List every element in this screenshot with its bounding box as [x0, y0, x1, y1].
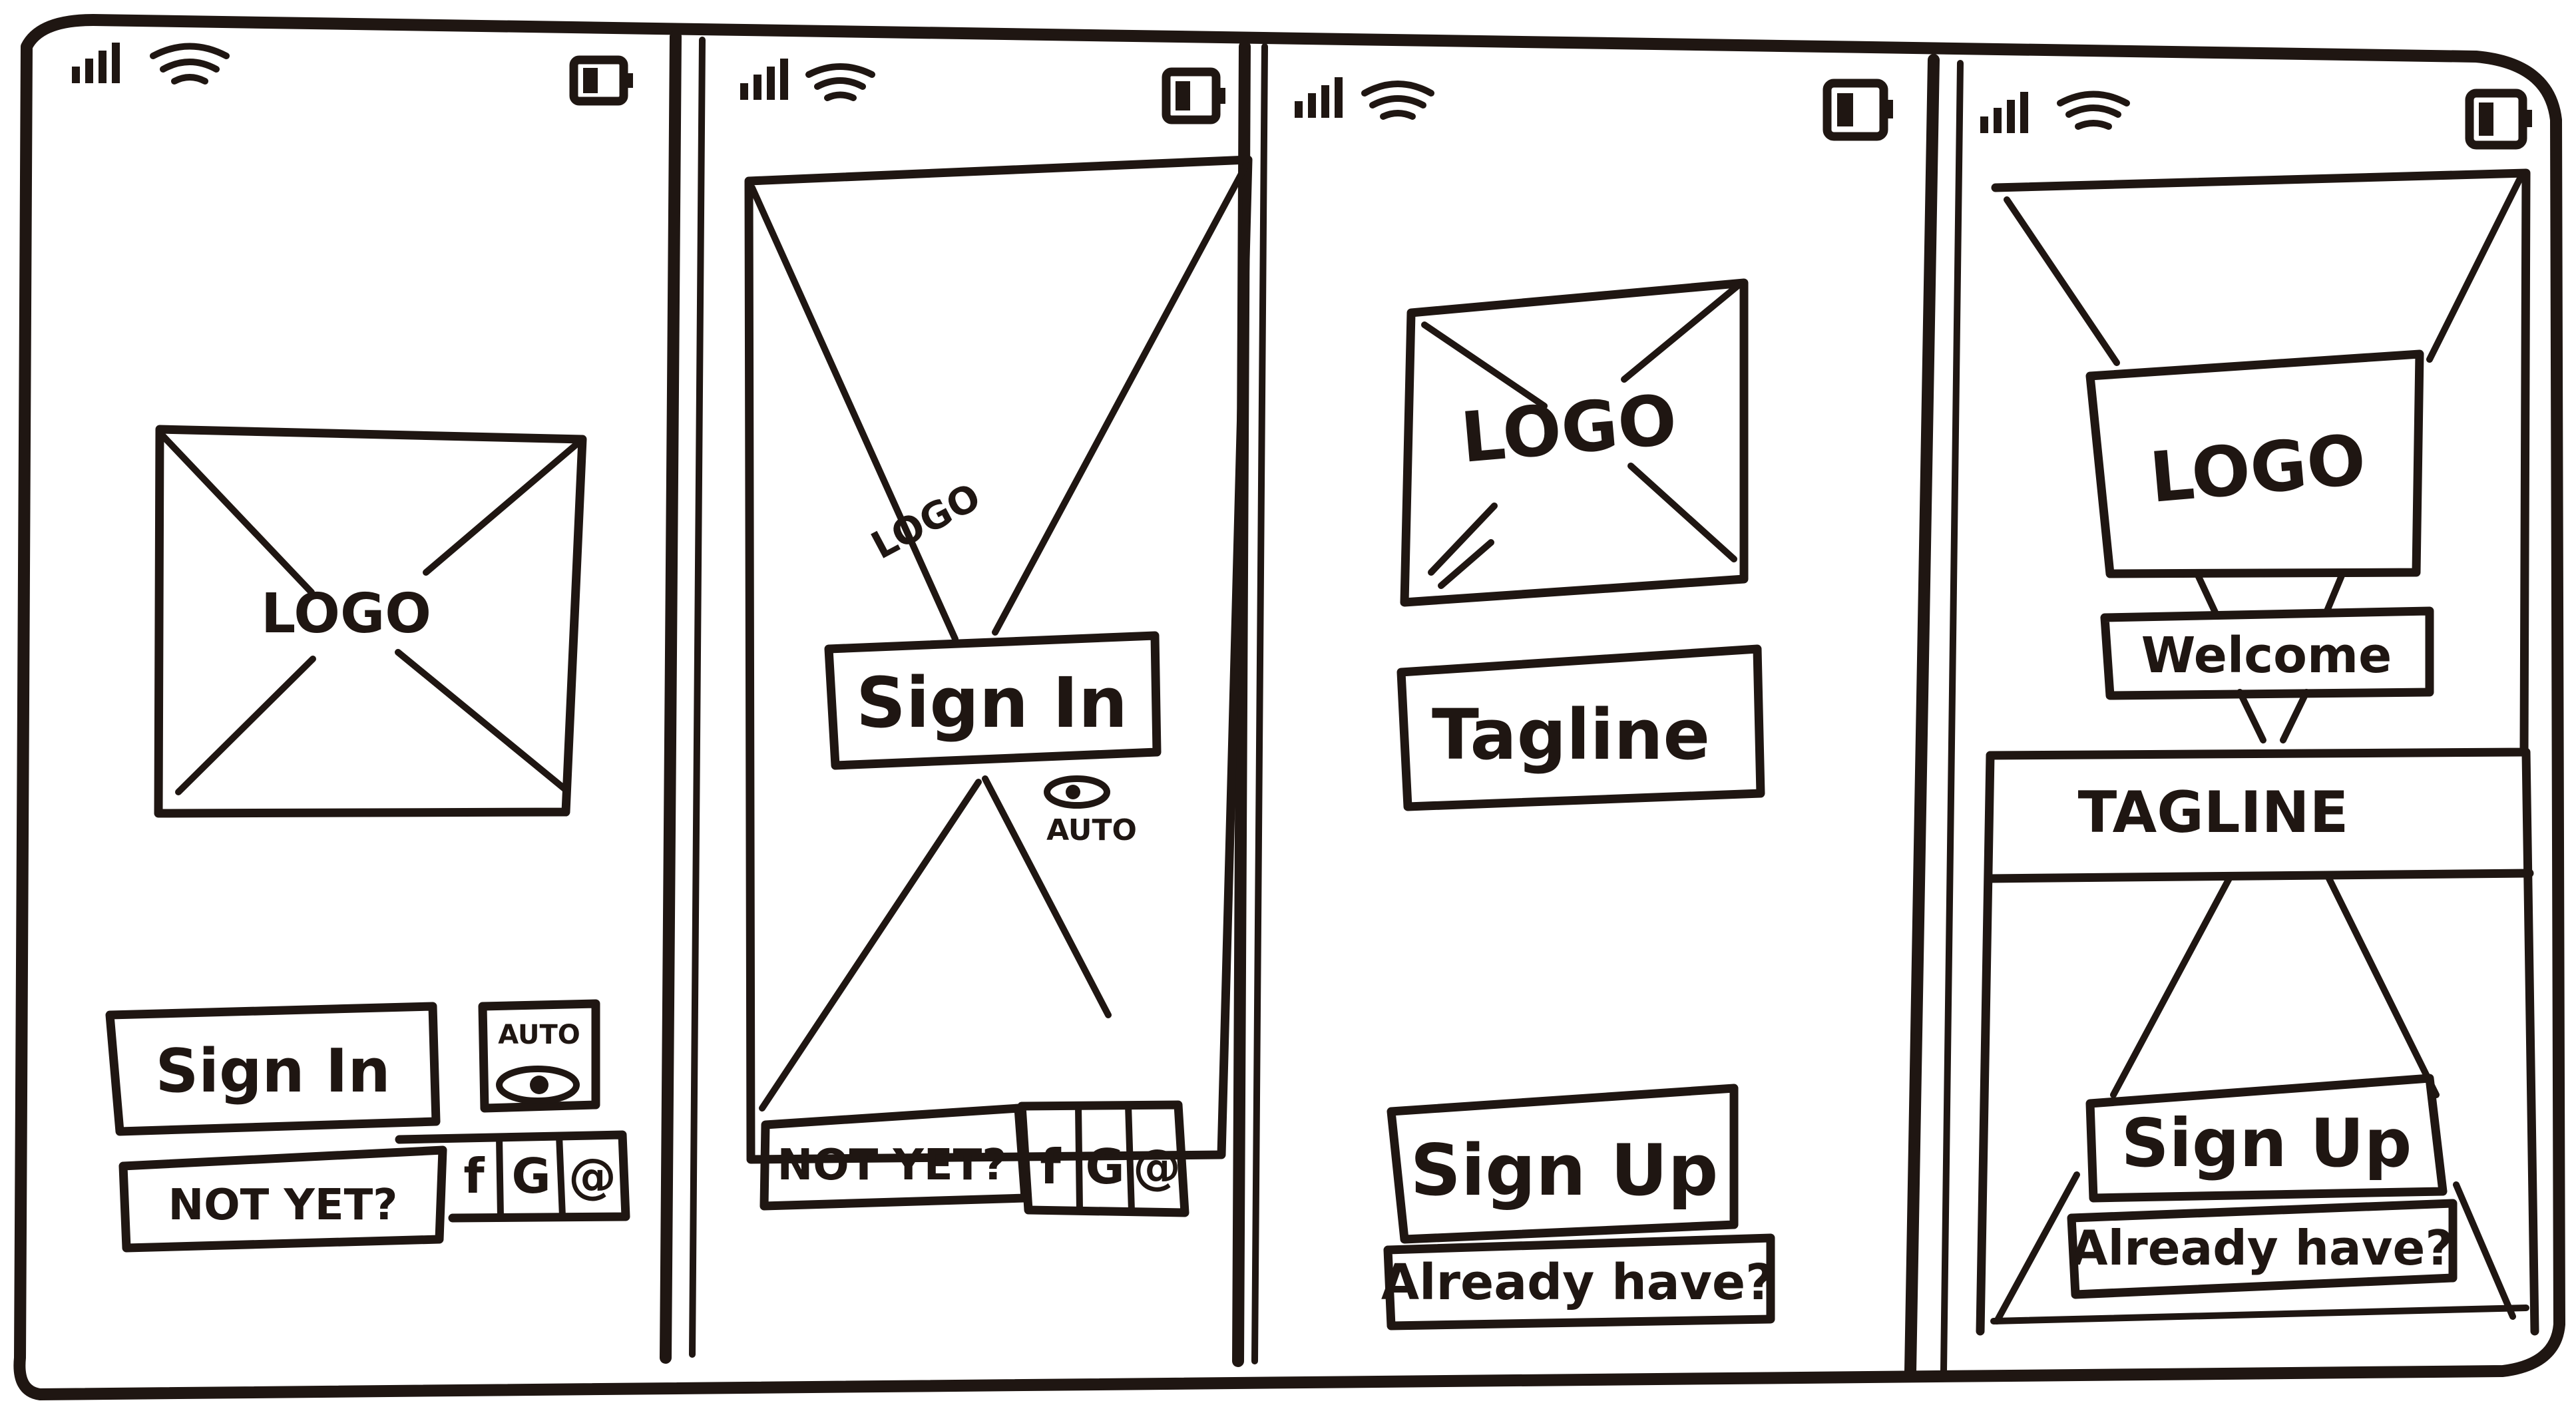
wifi-icon	[150, 43, 230, 85]
logo-label: LOGO	[865, 475, 988, 568]
status-bar	[1980, 89, 2532, 150]
sheet-border	[13, 14, 2565, 1400]
screen-3: LOGO Tagline Sign Up Already have?	[1295, 77, 1893, 1330]
google-login-button[interactable]: G	[1085, 1139, 1124, 1195]
logo-placeholder: LOGO	[154, 425, 587, 818]
auto-toggle[interactable]: AUTO	[478, 999, 600, 1113]
status-bar	[72, 43, 633, 106]
facebook-login-button[interactable]: f	[1040, 1139, 1061, 1195]
logo-label: LOGO	[1458, 379, 1680, 479]
battery-icon	[2465, 89, 2532, 150]
toggle-icon	[496, 1066, 580, 1104]
sign-up-button[interactable]: Sign Up	[1387, 1084, 1739, 1244]
google-icon: G	[511, 1148, 550, 1204]
already-have-button[interactable]: Already have?	[1381, 1233, 1775, 1330]
divider-3	[1904, 54, 1940, 1377]
welcome-label: Welcome	[2141, 627, 2392, 684]
not-yet-button[interactable]: NOT YET?	[118, 1145, 447, 1253]
auto-toggle[interactable]: AUTO	[1044, 775, 1137, 847]
signal-icon	[72, 43, 120, 83]
logo-placeholder: LOGO	[1400, 278, 1749, 607]
toggle-icon	[1044, 775, 1110, 809]
battery-icon	[1162, 67, 1225, 124]
status-bar	[740, 59, 1225, 124]
sign-in-button[interactable]: Sign In	[824, 631, 1162, 770]
logo-label: LOGO	[2147, 419, 2369, 518]
auto-label: AUTO	[498, 1020, 580, 1050]
wifi-icon	[2057, 91, 2130, 130]
tagline-label: Tagline	[1432, 694, 1710, 775]
not-yet-label: NOT YET?	[168, 1181, 398, 1230]
wireframe-sheet: LOGO Sign In AUTO NOT YET? f G @ LOGO Si…	[0, 0, 2576, 1417]
already-have-button[interactable]: Already have?	[2067, 1199, 2458, 1299]
google-icon: G	[1085, 1139, 1124, 1195]
tagline-box: Tagline	[1396, 644, 1765, 811]
sign-in-label: Sign In	[155, 1036, 390, 1106]
google-login-button[interactable]: G	[511, 1148, 550, 1204]
screen-4: LOGO Welcome TAGLINE Sign Up Already hav…	[1976, 89, 2539, 1336]
email-icon: @	[568, 1148, 616, 1204]
email-login-button[interactable]: @	[1133, 1139, 1181, 1195]
auto-label: AUTO	[1046, 813, 1137, 847]
logo-box: LOGO	[2085, 349, 2424, 578]
divider-1	[660, 31, 682, 1364]
email-login-button[interactable]: @	[568, 1148, 616, 1204]
sign-up-button[interactable]: Sign Up	[2085, 1074, 2448, 1203]
wifi-icon	[805, 63, 875, 101]
divider-3b	[1940, 60, 1964, 1374]
tagline-box: TAGLINE	[2078, 779, 2349, 846]
facebook-icon: f	[1040, 1139, 1061, 1195]
signal-icon	[740, 59, 788, 100]
wireframe-drawing: LOGO Sign In AUTO NOT YET? f G @ LOGO Si…	[13, 14, 2565, 1400]
facebook-login-button[interactable]: f	[463, 1148, 485, 1204]
welcome-box: Welcome	[2100, 606, 2434, 700]
screen-1: LOGO Sign In AUTO NOT YET? f G @	[72, 43, 633, 1253]
wifi-icon	[1361, 81, 1434, 120]
facebook-icon: f	[463, 1148, 485, 1204]
status-bar	[1295, 77, 1893, 141]
not-yet-button[interactable]: NOT YET?	[759, 1104, 1030, 1211]
signal-icon	[1295, 77, 1343, 118]
social-login: f G @	[1017, 1100, 1189, 1217]
divider-1b	[689, 37, 706, 1358]
background-image-placeholder: LOGO	[744, 155, 1253, 1164]
email-icon: @	[1133, 1139, 1181, 1195]
sign-up-label: Sign Up	[1410, 1129, 1719, 1211]
screen-2: LOGO Sign In AUTO NOT YET? f G @	[740, 59, 1253, 1217]
battery-icon	[569, 55, 633, 106]
logo-label: LOGO	[261, 582, 431, 646]
divider-2b	[1251, 43, 1268, 1364]
sign-in-label: Sign In	[856, 662, 1128, 743]
already-have-label: Already have?	[1381, 1254, 1774, 1311]
sign-in-button[interactable]: Sign In	[105, 1002, 441, 1136]
battery-icon	[1823, 79, 1893, 141]
already-have-label: Already have?	[2071, 1220, 2453, 1276]
tagline-label: TAGLINE	[2078, 779, 2349, 846]
sign-up-label: Sign Up	[2121, 1104, 2412, 1182]
not-yet-label: NOT YET?	[777, 1141, 1007, 1190]
signal-icon	[1980, 92, 2028, 133]
